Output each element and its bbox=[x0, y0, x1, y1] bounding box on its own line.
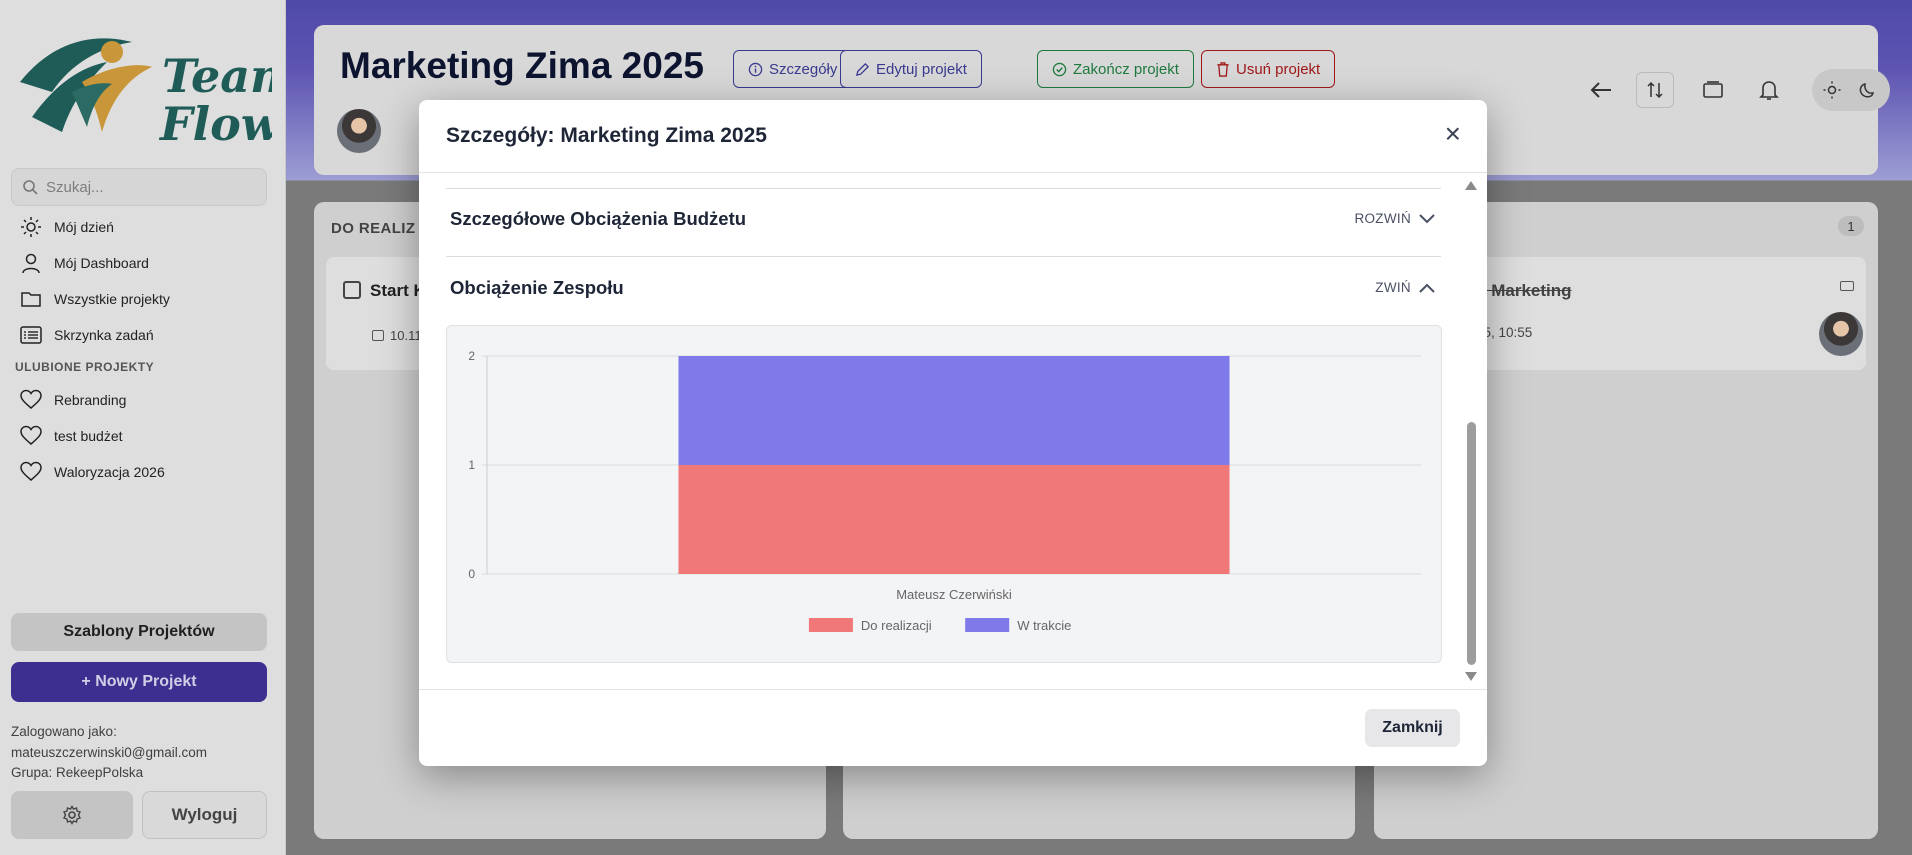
expand-toggle[interactable]: ROZWIŃ bbox=[1354, 211, 1435, 226]
collapse-label: ZWIŃ bbox=[1375, 280, 1411, 295]
close-icon[interactable]: × bbox=[1445, 120, 1461, 148]
legend-swatch bbox=[808, 618, 853, 632]
legend-label: Do realizacji bbox=[861, 618, 932, 633]
bar-segment bbox=[678, 465, 1230, 574]
close-modal-button[interactable]: Zamknij bbox=[1365, 709, 1460, 747]
stacked-bar-chart: 0 1 2 Mateusz Czerwiński Do realizacji W trak… bbox=[468, 349, 1421, 633]
y-tick-label: 2 bbox=[468, 349, 475, 363]
chevron-up-icon bbox=[1419, 283, 1435, 293]
modal-scrollbar[interactable] bbox=[1465, 181, 1477, 681]
section-divider bbox=[446, 256, 1441, 257]
scroll-down-arrow-icon[interactable] bbox=[1465, 672, 1477, 681]
bar-segment bbox=[678, 356, 1230, 465]
modal-title: Szczegóły: Marketing Zima 2025 bbox=[446, 124, 767, 147]
modal-footer: Zamknij bbox=[419, 689, 1487, 766]
modal-header: Szczegóły: Marketing Zima 2025 × bbox=[419, 100, 1487, 173]
section-title: Szczegółowe Obciążenia Budżetu bbox=[450, 208, 747, 229]
legend-swatch bbox=[965, 618, 1010, 632]
modal-body: Szczegółowe Obciążenia Budżetu ROZWIŃ Ob… bbox=[419, 173, 1487, 689]
section-divider bbox=[446, 188, 1441, 189]
scroll-up-arrow-icon[interactable] bbox=[1465, 181, 1477, 190]
legend-label: W trakcie bbox=[1017, 618, 1071, 633]
details-modal: Szczegóły: Marketing Zima 2025 × Szczegó… bbox=[419, 100, 1487, 766]
scrollbar-thumb[interactable] bbox=[1467, 422, 1476, 665]
expand-label: ROZWIŃ bbox=[1354, 211, 1411, 226]
x-tick-label: Mateusz Czerwiński bbox=[896, 587, 1012, 602]
collapse-toggle[interactable]: ZWIŃ bbox=[1375, 280, 1435, 295]
chevron-down-icon bbox=[1419, 213, 1435, 223]
team-load-chart: 0 1 2 Mateusz Czerwiński Do realizacji W trak… bbox=[446, 325, 1442, 663]
y-tick-label: 0 bbox=[468, 567, 475, 581]
section-title: Obciążenie Zespołu bbox=[450, 277, 624, 298]
y-tick-label: 1 bbox=[468, 458, 475, 472]
